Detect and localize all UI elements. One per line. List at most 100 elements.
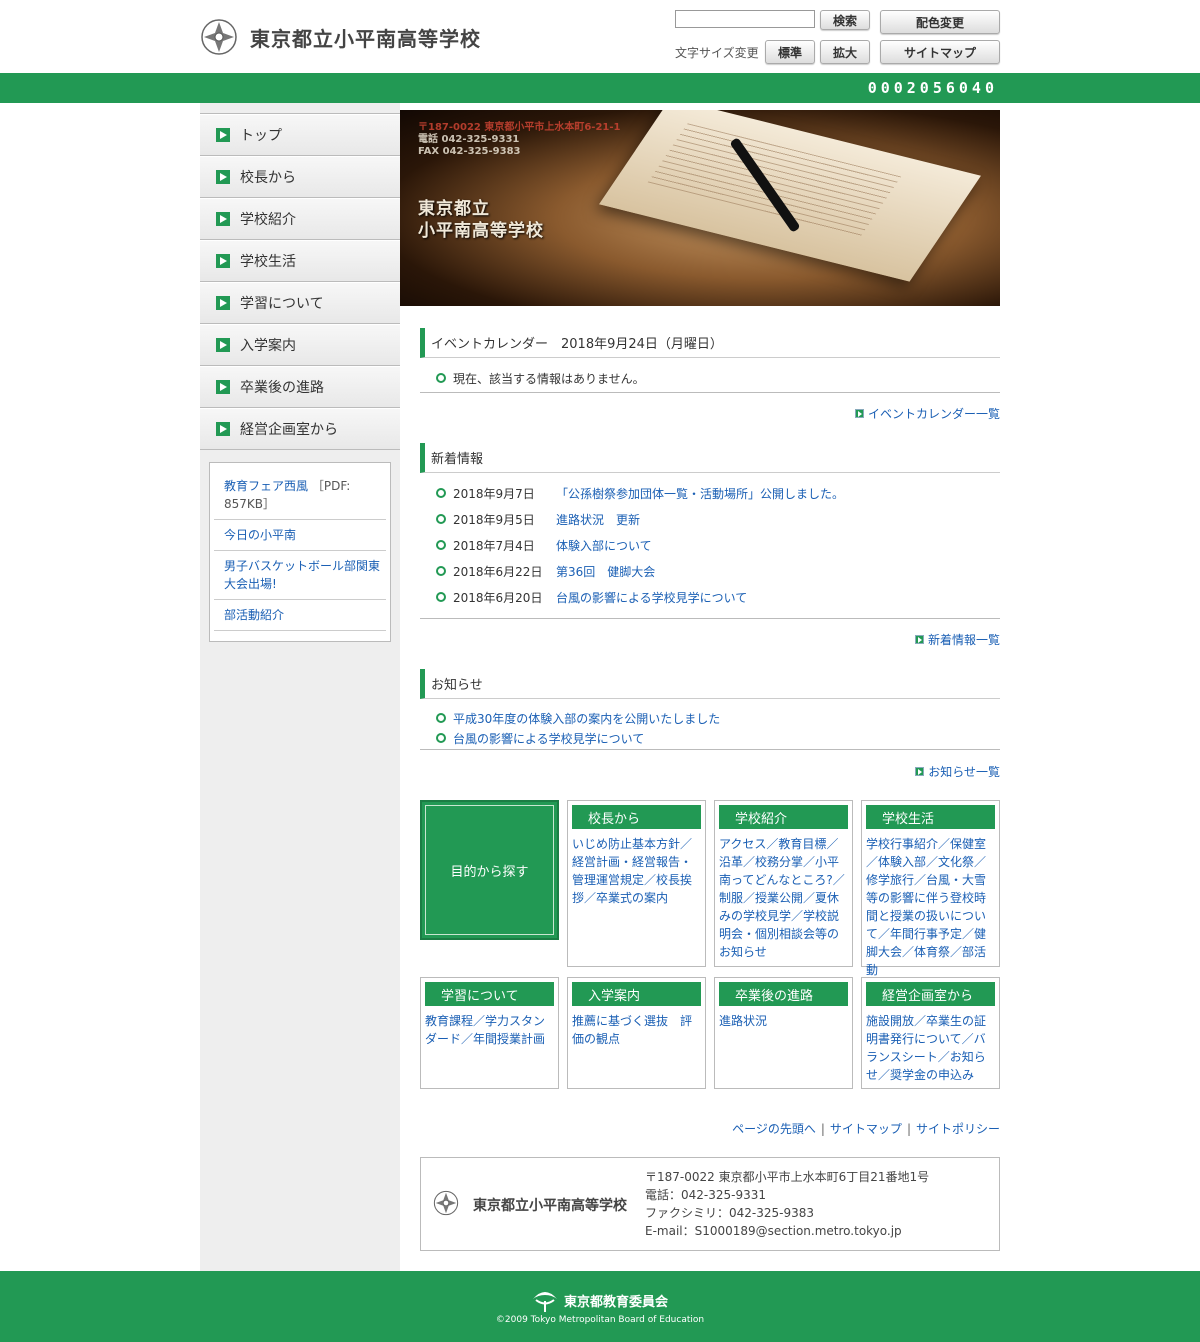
event-list: 現在、該当する情報はありません。 bbox=[420, 365, 1000, 393]
side-link-today[interactable]: 今日の小平南 bbox=[214, 520, 386, 551]
notice-heading: お知らせ bbox=[420, 669, 1000, 699]
board-logo[interactable]: 東京都教育委員会 bbox=[530, 1287, 668, 1313]
hero-image: 〒187-0022 東京都小平市上水本町6-21-1 電話 042-325-93… bbox=[400, 110, 1000, 306]
category-title[interactable]: 卒業後の進路 bbox=[719, 982, 848, 1006]
arrow-right-icon bbox=[216, 338, 230, 352]
nav-label: 学校生活 bbox=[240, 254, 296, 270]
nav-item-top[interactable]: トップ bbox=[200, 114, 400, 156]
arrow-right-icon bbox=[216, 296, 230, 310]
news-title[interactable]: 体験入部について bbox=[556, 537, 652, 554]
search-input[interactable] bbox=[675, 10, 815, 28]
side-link-edu-fair[interactable]: 教育フェア西風 ［PDF: 857KB］ bbox=[214, 471, 386, 520]
separator: | bbox=[906, 1122, 911, 1136]
notice-item[interactable]: 台風の影響による学校見学について bbox=[420, 728, 1000, 748]
school-emblem-icon bbox=[201, 19, 237, 55]
search-button[interactable]: 検索 bbox=[820, 10, 870, 30]
news-more-link[interactable]: 新着情報一覧 bbox=[914, 631, 1000, 648]
arrow-right-icon bbox=[854, 409, 864, 418]
side-link-basketball[interactable]: 男子バスケットボール部関東大会出場! bbox=[214, 551, 386, 600]
header: 東京都立小平南高等学校 検索 配色変更 文字サイズ変更 標準 拡大 サイトマップ bbox=[0, 0, 1200, 73]
header-bar: 0002056040 bbox=[0, 73, 1200, 103]
category-links[interactable]: アクセス／教育目標／沿革／校務分掌／小平南ってどんなところ?／制服／授業公開／夏… bbox=[715, 829, 852, 967]
site-policy-link[interactable]: サイトポリシー bbox=[916, 1122, 1000, 1136]
nav-label: 入学案内 bbox=[240, 338, 296, 354]
footer-address-block: 〒187-0022 東京都小平市上水本町6丁目21番地1号 電話：042-325… bbox=[645, 1168, 929, 1240]
nav-item-about[interactable]: 学校紹介 bbox=[200, 198, 400, 240]
category-admin-office: 経営企画室から 施設開放／卒業生の証明書発行について／バランスシート／お知らせ／… bbox=[861, 977, 1000, 1089]
category-title[interactable]: 校長から bbox=[572, 805, 701, 829]
nav-item-principal[interactable]: 校長から bbox=[200, 156, 400, 198]
nav-item-school-life[interactable]: 学校生活 bbox=[200, 240, 400, 282]
hero-title-line1: 東京都立 bbox=[418, 199, 490, 219]
side-link-clubs[interactable]: 部活動紹介 bbox=[214, 600, 386, 631]
category-title[interactable]: 学校生活 bbox=[866, 805, 995, 829]
news-title[interactable]: 台風の影響による学校見学について bbox=[556, 589, 747, 606]
page-footer: 東京都教育委員会 ©2009 Tokyo Metropolitan Board … bbox=[0, 1271, 1200, 1342]
footer-contact-box: 東京都立小平南高等学校 〒187-0022 東京都小平市上水本町6丁目21番地1… bbox=[420, 1157, 1000, 1251]
notice-title[interactable]: 平成30年度の体験入部の案内を公開いたしました bbox=[453, 710, 720, 727]
category-links[interactable]: 進路状況 bbox=[715, 1006, 852, 1036]
category-title[interactable]: 経営企画室から bbox=[866, 982, 995, 1006]
event-empty: 現在、該当する情報はありません。 bbox=[453, 371, 645, 386]
site-title: 東京都立小平南高等学校 bbox=[250, 26, 481, 51]
nav-item-admin-office[interactable]: 経営企画室から bbox=[200, 408, 400, 450]
nav-label: 卒業後の進路 bbox=[240, 380, 324, 396]
category-links[interactable]: いじめ防止基本方針／経営計画・経営報告・管理運営規定／校長挨拶／卒業式の案内 bbox=[568, 829, 705, 913]
paper-illustration bbox=[599, 110, 981, 282]
arrow-right-icon bbox=[216, 212, 230, 226]
category-links[interactable]: 学校行事紹介／保健室／体験入部／文化祭／修学旅行／台風・大雪等の影響に伴う登校時… bbox=[862, 829, 999, 985]
category-links[interactable]: 推薦に基づく選抜 評価の観点 bbox=[568, 1006, 705, 1054]
link-text: 新着情報一覧 bbox=[927, 633, 1000, 647]
news-item[interactable]: 2018年9月5日 進路状況 更新 bbox=[420, 506, 1000, 532]
nav-item-admission[interactable]: 入学案内 bbox=[200, 324, 400, 366]
category-title[interactable]: 学校紹介 bbox=[719, 805, 848, 829]
link-text: 教育フェア西風 bbox=[224, 479, 309, 493]
site-logo[interactable]: 東京都立小平南高等学校 bbox=[200, 18, 481, 56]
news-item[interactable]: 2018年6月22日 第36回 健脚大会 bbox=[420, 558, 1000, 584]
category-links[interactable]: 施設開放／卒業生の証明書発行について／バランスシート／お知らせ／奨学金の申込み bbox=[862, 1006, 999, 1090]
news-title[interactable]: 「公孫樹祭参加団体一覧・活動場所」公開しました。 bbox=[556, 485, 844, 502]
notice-title[interactable]: 台風の影響による学校見学について bbox=[453, 730, 644, 747]
notice-item[interactable]: 平成30年度の体験入部の案内を公開いたしました bbox=[420, 708, 1000, 728]
news-date: 2018年9月7日 bbox=[453, 486, 535, 501]
footer-fax: ファクシミリ：042-325-9383 bbox=[645, 1206, 815, 1220]
arrow-right-icon bbox=[216, 128, 230, 142]
footer-sitemap-link[interactable]: サイトマップ bbox=[830, 1122, 902, 1136]
nav-label: 学校紹介 bbox=[240, 212, 296, 228]
separator: | bbox=[820, 1122, 825, 1136]
font-enlarge-button[interactable]: 拡大 bbox=[820, 40, 870, 64]
arrow-right-icon bbox=[216, 380, 230, 394]
news-title[interactable]: 第36回 健脚大会 bbox=[556, 563, 655, 580]
nav-item-learning[interactable]: 学習について bbox=[200, 282, 400, 324]
hero-fax: FAX 042-325-9383 bbox=[418, 146, 521, 157]
category-learning: 学習について 教育課程／学力スタンダード／年間授業計画 bbox=[420, 977, 559, 1089]
nav-label: 学習について bbox=[240, 296, 324, 312]
footer-school-name: 東京都立小平南高等学校 bbox=[473, 1198, 627, 1214]
hero-address-text: 東京都小平市上水本町6-21-1 bbox=[484, 122, 621, 133]
nav-item-career[interactable]: 卒業後の進路 bbox=[200, 366, 400, 408]
copyright: ©2009 Tokyo Metropolitan Board of Educat… bbox=[495, 1315, 705, 1325]
notice-more-link[interactable]: お知らせ一覧 bbox=[915, 763, 1000, 780]
event-calendar-heading: イベントカレンダー 2018年9月24日（月曜日） bbox=[420, 328, 1000, 358]
news-item[interactable]: 2018年7月4日 体験入部について bbox=[420, 532, 1000, 558]
sitemap-button[interactable]: サイトマップ bbox=[880, 40, 1000, 64]
category-school-life: 学校生活 学校行事紹介／保健室／体験入部／文化祭／修学旅行／台風・大雪等の影響に… bbox=[861, 800, 1000, 977]
footer-tel: 電話：042-325-9331 bbox=[645, 1188, 767, 1202]
font-standard-button[interactable]: 標準 bbox=[765, 40, 815, 64]
search-by-purpose-button[interactable]: 目的から探す bbox=[420, 800, 559, 940]
category-links[interactable]: 教育課程／学力スタンダード／年間授業計画 bbox=[421, 1006, 558, 1054]
nav-label: 校長から bbox=[240, 170, 296, 186]
event-calendar-more-link[interactable]: イベントカレンダー一覧 bbox=[854, 405, 1000, 422]
category-admission: 入学案内 推薦に基づく選抜 評価の観点 bbox=[567, 977, 706, 1089]
color-change-button[interactable]: 配色変更 bbox=[880, 10, 1000, 34]
news-item[interactable]: 2018年9月7日 「公孫樹祭参加団体一覧・活動場所」公開しました。 bbox=[420, 480, 1000, 506]
news-item[interactable]: 2018年6月20日 台風の影響による学校見学について bbox=[420, 584, 1000, 610]
category-title[interactable]: 学習について bbox=[425, 982, 554, 1006]
news-title[interactable]: 進路状況 更新 bbox=[556, 511, 640, 528]
category-about: 学校紹介 アクセス／教育目標／沿革／校務分掌／小平南ってどんなところ?／制服／授… bbox=[714, 800, 853, 967]
arrow-right-icon bbox=[216, 170, 230, 184]
category-title[interactable]: 入学案内 bbox=[572, 982, 701, 1006]
nav-label: 経営企画室から bbox=[240, 422, 338, 438]
page-top-link[interactable]: ページの先頭へ bbox=[732, 1122, 816, 1136]
category-career: 卒業後の進路 進路状況 bbox=[714, 977, 853, 1089]
